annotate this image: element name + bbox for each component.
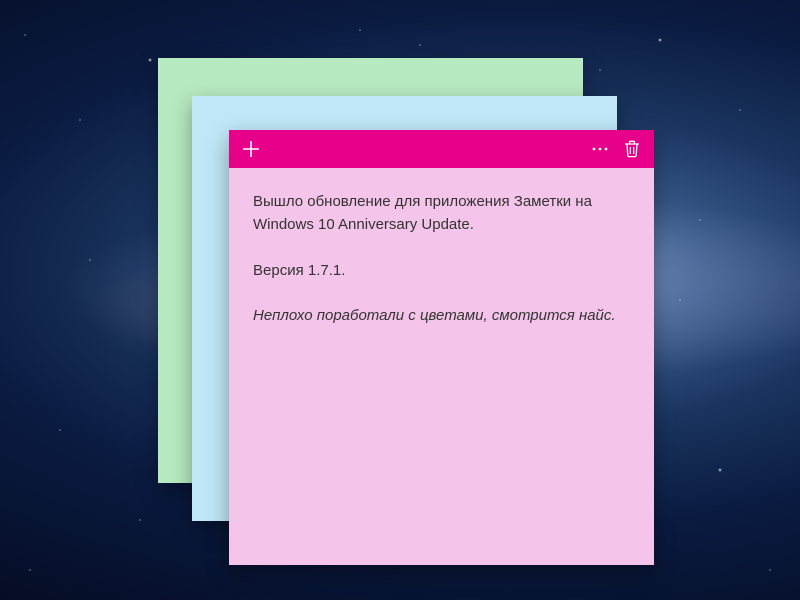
note-text-line-2: Версия 1.7.1. [253, 259, 630, 282]
plus-icon [242, 140, 260, 158]
trash-icon [624, 140, 640, 158]
add-note-button[interactable] [235, 133, 267, 165]
note-text-line-3: Неплохо поработали с цветами, смотрится … [253, 304, 630, 327]
note-text-line-1: Вышло обновление для приложения Заметки … [253, 190, 630, 237]
more-options-button[interactable] [584, 133, 616, 165]
note-titlebar[interactable] [229, 130, 654, 168]
sticky-note-pink[interactable]: Вышло обновление для приложения Заметки … [229, 130, 654, 565]
ellipsis-icon [591, 140, 609, 158]
note-body[interactable]: Вышло обновление для приложения Заметки … [229, 168, 654, 371]
delete-note-button[interactable] [616, 133, 648, 165]
